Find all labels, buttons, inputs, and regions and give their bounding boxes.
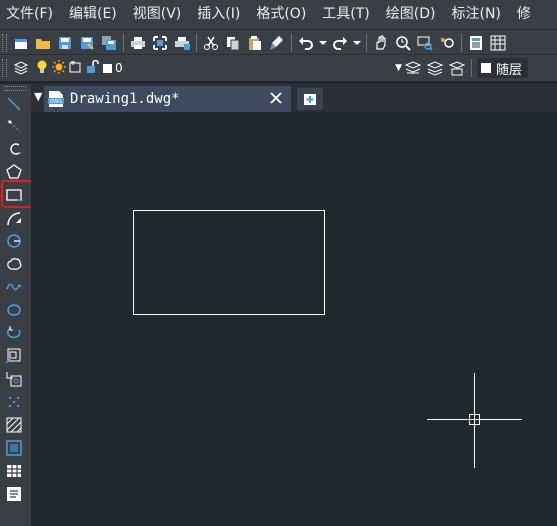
table-icon[interactable] <box>4 461 24 481</box>
pan-hand-icon[interactable] <box>370 32 392 54</box>
menu-bar: 文件(F) 编辑(E) 视图(V) 插入(I) 格式(O) 工具(T) 绘图(D… <box>0 0 557 29</box>
canvas-svg <box>133 210 522 468</box>
menu-draw[interactable]: 绘图(D) <box>378 0 444 29</box>
toolbar-grip[interactable] <box>2 59 7 77</box>
arc-icon[interactable] <box>4 208 24 228</box>
tab-title: Drawing1.dwg* <box>70 91 180 107</box>
toolbar-separator <box>471 59 472 77</box>
circle-icon[interactable] <box>4 231 24 251</box>
menu-file[interactable]: 文件(F) <box>0 0 61 29</box>
draw-toolbar <box>0 84 33 526</box>
menu-dimension[interactable]: 标注(N) <box>444 0 509 29</box>
design-center-icon[interactable] <box>487 32 509 54</box>
zoom-window-icon[interactable] <box>414 32 436 54</box>
revision-cloud-icon[interactable] <box>4 254 24 274</box>
paste-icon[interactable] <box>244 32 266 54</box>
tab-drawing1[interactable]: DWG Drawing1.dwg* <box>44 86 291 112</box>
lightbulb-on-icon[interactable] <box>36 59 48 78</box>
layer-color-swatch <box>103 63 112 73</box>
toolbar-separator <box>366 33 367 52</box>
point-icon[interactable] <box>4 392 24 412</box>
match-properties-icon[interactable] <box>266 32 288 54</box>
standard-toolbar <box>0 29 557 55</box>
layer-dropdown[interactable]: 0 ▼ <box>32 57 402 79</box>
toolbar-grip[interactable] <box>2 33 7 52</box>
cut-icon[interactable] <box>200 32 222 54</box>
ellipse-arc-icon[interactable] <box>4 323 24 343</box>
tab-list-arrow-icon[interactable]: ▼ <box>34 90 42 103</box>
layer-toolbar: 0 ▼ 随层 <box>0 54 557 81</box>
sun-thaw-icon[interactable] <box>52 59 66 78</box>
toolbar-separator <box>461 33 462 52</box>
layer-manager-icon[interactable] <box>10 57 32 79</box>
hatch-icon[interactable] <box>4 415 24 435</box>
save-icon[interactable] <box>54 32 76 54</box>
ellipse-icon[interactable] <box>4 300 24 320</box>
menu-edit[interactable]: 编辑(E) <box>61 0 125 29</box>
print-preview-icon[interactable] <box>149 32 171 54</box>
new-tab-button[interactable] <box>297 88 323 110</box>
menu-format[interactable]: 格式(O) <box>248 0 314 29</box>
drawn-rectangle[interactable] <box>133 210 325 315</box>
make-block-icon[interactable] <box>4 369 24 389</box>
toolbar-separator <box>291 33 292 52</box>
save-all-icon[interactable] <box>98 32 120 54</box>
rectangle-tool-highlight <box>1 180 33 208</box>
undo-dropdown-icon[interactable] <box>317 32 329 54</box>
make-object-layer-current-icon[interactable] <box>402 57 424 79</box>
properties-icon[interactable] <box>465 32 487 54</box>
current-layer-name: 0 <box>115 61 123 75</box>
crosshair-cursor <box>427 373 522 468</box>
menu-tools[interactable]: 工具(T) <box>314 0 377 29</box>
polyline-icon[interactable] <box>4 139 24 159</box>
drawing-canvas[interactable] <box>31 112 557 526</box>
redo-icon[interactable] <box>329 32 351 54</box>
polygon-icon[interactable] <box>4 162 24 182</box>
copy-icon[interactable] <box>222 32 244 54</box>
document-tab-bar: ▼ DWG Drawing1.dwg* <box>31 84 557 112</box>
plot-icon[interactable] <box>171 32 193 54</box>
zoom-realtime-icon[interactable] <box>392 32 414 54</box>
menu-insert[interactable]: 插入(I) <box>189 0 248 29</box>
gradient-icon[interactable] <box>4 438 24 458</box>
redo-dropdown-icon[interactable] <box>351 32 363 54</box>
menu-modify[interactable]: 修 <box>509 0 539 29</box>
toolbar-separator <box>123 33 124 52</box>
viewport-freeze-icon[interactable] <box>69 59 83 78</box>
insert-block-icon[interactable] <box>4 346 24 366</box>
undo-icon[interactable] <box>295 32 317 54</box>
save-as-icon[interactable] <box>76 32 98 54</box>
color-control[interactable]: 随层 <box>477 58 529 78</box>
layer-previous-icon[interactable] <box>424 57 446 79</box>
dwg-file-icon-label: DWG <box>50 99 62 105</box>
ray-icon[interactable] <box>4 116 24 136</box>
toolbar-separator <box>196 33 197 52</box>
multiline-text-icon[interactable] <box>4 484 24 504</box>
layer-states-icon[interactable] <box>446 57 468 79</box>
zoom-previous-icon[interactable] <box>436 32 458 54</box>
spline-icon[interactable] <box>4 277 24 297</box>
toolbar-grip[interactable] <box>4 86 26 91</box>
menu-view[interactable]: 视图(V) <box>125 0 190 29</box>
color-swatch <box>481 63 491 73</box>
close-icon[interactable] <box>265 87 287 109</box>
open-folder-icon[interactable] <box>32 32 54 54</box>
unlock-icon[interactable] <box>86 59 100 78</box>
dwg-file-icon: DWG <box>47 90 65 108</box>
print-icon[interactable] <box>127 32 149 54</box>
line-icon[interactable] <box>4 94 24 114</box>
layer-dropdown-arrow-icon[interactable]: ▼ <box>395 63 402 73</box>
new-file-icon[interactable] <box>10 32 32 54</box>
color-label: 随层 <box>496 62 523 78</box>
